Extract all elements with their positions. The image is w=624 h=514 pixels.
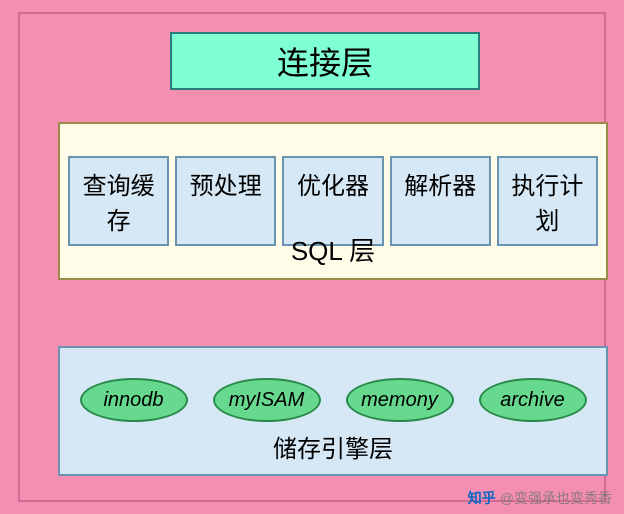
engine-memory: memony [346, 378, 454, 422]
connection-layer-title: 连接层 [277, 38, 373, 84]
connection-layer-box: 连接层 [170, 32, 480, 90]
storage-layer-title: 储存引擎层 [60, 429, 606, 464]
watermark: 知乎 @变强承也变秀香 [468, 488, 612, 508]
diagram-frame: 连接层 查询缓存 预处理 优化器 解析器 执行计划 SQL 层 innodb m… [18, 12, 606, 502]
storage-layer-box: innodb myISAM memony archive 储存引擎层 [58, 346, 608, 476]
zhihu-icon: 知乎 [468, 488, 496, 508]
sql-layer-title: SQL 层 [60, 231, 606, 268]
engine-innodb: innodb [80, 378, 188, 422]
engine-myisam: myISAM [213, 378, 321, 422]
engine-archive: archive [479, 378, 587, 422]
watermark-text: @变强承也变秀香 [500, 488, 612, 508]
storage-layer-items: innodb myISAM memony archive [60, 378, 606, 422]
sql-layer-box: 查询缓存 预处理 优化器 解析器 执行计划 SQL 层 [58, 122, 608, 280]
